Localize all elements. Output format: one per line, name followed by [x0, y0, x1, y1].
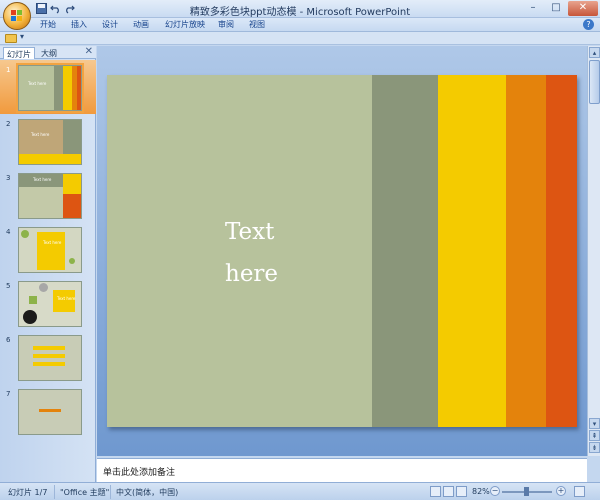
window-title: 精致多彩色块ppt动态模 - Microsoft PowerPoint: [189, 7, 411, 18]
title-bar: 精致多彩色块ppt动态模 - Microsoft PowerPoint – □ …: [0, 0, 600, 30]
status-divider: [54, 485, 55, 499]
slide-band-olive: [372, 75, 438, 427]
zoom-level[interactable]: 82%: [472, 487, 490, 496]
tab-slideshow[interactable]: 幻灯片放映: [165, 19, 205, 30]
slide-number: 2: [6, 120, 11, 128]
status-divider: [110, 485, 111, 499]
zoom-slider-knob[interactable]: [524, 487, 529, 496]
tab-view[interactable]: 视图: [249, 19, 265, 30]
thumbnail-text: Text here: [28, 81, 47, 86]
slide-thumbnail-list: 1 Text here 2 Text here 3 Text here 4 Te…: [0, 60, 96, 480]
slide-band-orange: [506, 75, 546, 427]
slide-number: 1: [6, 66, 11, 74]
slide-number: 5: [6, 282, 11, 290]
slideshow-view-icon[interactable]: [456, 486, 467, 497]
slide-text-line: here: [225, 261, 279, 287]
vertical-scrollbar[interactable]: ▴ ▾ ⇞ ⇟: [587, 46, 600, 456]
notes-pane[interactable]: 单击此处添加备注: [97, 458, 587, 482]
office-button[interactable]: [3, 2, 31, 30]
office-logo-icon: [11, 10, 23, 22]
slide-number: 6: [6, 336, 11, 344]
zoom-out-icon[interactable]: −: [490, 486, 500, 496]
slide-band-yellow: [438, 75, 506, 427]
slide-thumbnail-7[interactable]: [18, 389, 82, 435]
normal-view-icon[interactable]: [430, 486, 441, 497]
previous-slide-icon[interactable]: ⇞: [589, 430, 600, 441]
slide-thumbnail-6[interactable]: [18, 335, 82, 381]
tab-animations[interactable]: 动画: [133, 19, 149, 30]
scroll-down-icon[interactable]: ▾: [589, 418, 600, 429]
slide-thumbnail-3[interactable]: Text here: [18, 173, 82, 219]
slide-number: 7: [6, 390, 11, 398]
scroll-up-icon[interactable]: ▴: [589, 47, 600, 58]
ribbon-tab-bar: 开始 插入 设计 动画 幻灯片放映 审阅 视图 ?: [0, 18, 600, 32]
slide-number: 3: [6, 174, 11, 182]
help-icon[interactable]: ?: [583, 19, 594, 30]
open-folder-icon[interactable]: [5, 34, 17, 43]
panel-close-icon[interactable]: ✕: [85, 46, 93, 57]
close-button[interactable]: ✕: [568, 1, 598, 16]
tab-insert[interactable]: 插入: [71, 19, 87, 30]
theme-name: "Office 主题": [60, 488, 110, 497]
next-slide-icon[interactable]: ⇟: [589, 442, 600, 453]
tab-review[interactable]: 审阅: [218, 19, 234, 30]
slide-thumbnail-1[interactable]: Text here: [16, 63, 84, 113]
slide-band-red-orange: [546, 75, 577, 427]
maximize-button[interactable]: □: [545, 1, 567, 16]
tab-slides[interactable]: 幻灯片: [3, 47, 35, 59]
thumbnail-text: Text here: [31, 132, 50, 137]
panel-tabs: 幻灯片 大纲 ✕: [0, 46, 96, 59]
slides-panel: 幻灯片 大纲 ✕ 1 Text here 2 Text here 3 Text …: [0, 46, 96, 482]
zoom-in-icon[interactable]: +: [556, 486, 566, 496]
current-slide[interactable]: Text here: [107, 75, 577, 427]
language-indicator[interactable]: 中文(简体，中国): [116, 487, 178, 498]
slide-text-line: Text: [225, 219, 275, 245]
scroll-thumb[interactable]: [589, 60, 600, 104]
slide-thumbnail-4[interactable]: Text here: [18, 227, 82, 273]
slide-counter: 幻灯片 1/7: [8, 488, 48, 497]
slide-canvas-area: Text here: [97, 46, 587, 456]
thumbnail-text: Text here: [57, 296, 76, 301]
slide-thumbnail-2[interactable]: Text here: [18, 119, 82, 165]
slide-sorter-view-icon[interactable]: [443, 486, 454, 497]
slide-number: 4: [6, 228, 11, 236]
quick-toolbar-row: ▾: [0, 32, 600, 45]
notes-placeholder: 单击此处添加备注: [103, 468, 176, 478]
fit-to-window-icon[interactable]: [574, 486, 585, 497]
minimize-button[interactable]: –: [522, 1, 544, 16]
tab-design[interactable]: 设计: [102, 19, 118, 30]
customize-toolbar-arrow-icon[interactable]: ▾: [20, 32, 24, 41]
tab-outline[interactable]: 大纲: [38, 47, 60, 59]
status-bar: 幻灯片 1/7 "Office 主题" 中文(简体，中国) 82% − +: [0, 482, 600, 500]
tab-home[interactable]: 开始: [40, 19, 56, 30]
slide-text-box[interactable]: Text here: [225, 211, 345, 295]
thumbnail-text: Text here: [33, 177, 52, 182]
slide-thumbnail-5[interactable]: Text here: [18, 281, 82, 327]
thumbnail-text: Text here: [43, 240, 62, 245]
